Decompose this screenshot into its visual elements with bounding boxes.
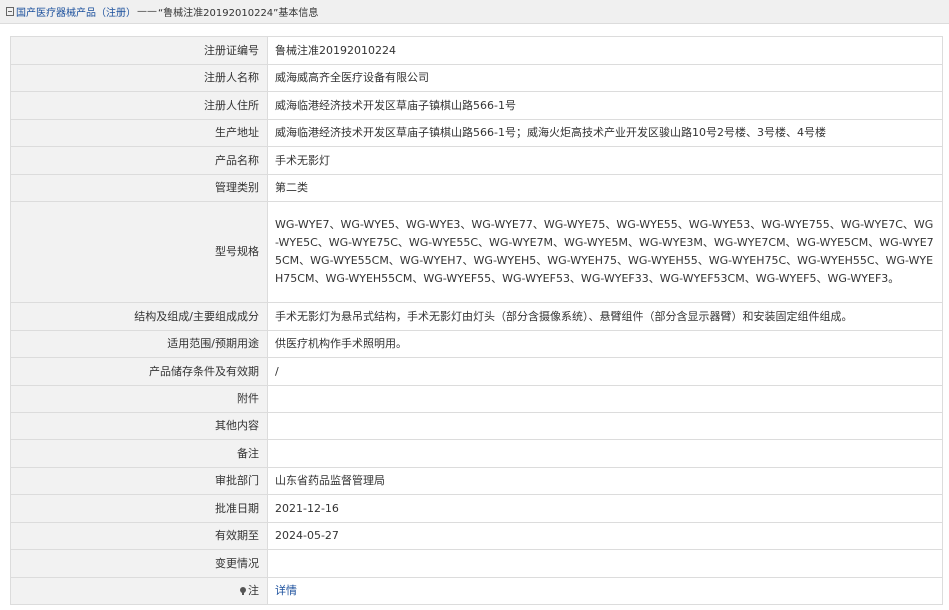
breadcrumb-separator: —— (137, 6, 157, 17)
registration-detail-table: 注册证编号 鲁械注准20192010224 注册人名称 威海威高齐全医疗设备有限… (10, 36, 943, 605)
row-label-attachments: 附件 (10, 385, 268, 413)
row-label-note: 注 (10, 577, 268, 605)
table-row: 其他内容 (10, 412, 943, 440)
row-value-intended-use: 供医疗机构作手术照明用。 (267, 330, 943, 358)
details-link[interactable]: 详情 (275, 584, 297, 597)
table-row: 备注 (10, 439, 943, 468)
table-row: 结构及组成/主要组成成分 手术无影灯为悬吊式结构，手术无影灯由灯头（部分含摄像系… (10, 302, 943, 331)
row-label-production-address: 生产地址 (10, 119, 268, 147)
row-value-other-content (267, 412, 943, 440)
row-label-management-category: 管理类别 (10, 174, 268, 202)
breadcrumb-current: “鲁械注准20192010224”基本信息 (158, 8, 319, 19)
table-row: 适用范围/预期用途 供医疗机构作手术照明用。 (10, 330, 943, 358)
row-label-other-content: 其他内容 (10, 412, 268, 440)
table-row: 注册证编号 鲁械注准20192010224 (10, 36, 943, 65)
row-value-model-spec: WG-WYE7、WG-WYE5、WG-WYE3、WG-WYE77、WG-WYE7… (267, 201, 943, 303)
row-value-approval-date: 2021-12-16 (267, 494, 943, 523)
pin-icon (240, 587, 246, 595)
row-label-registrant-name: 注册人名称 (10, 64, 268, 92)
table-row: 有效期至 2024-05-27 (10, 522, 943, 550)
table-row: 注册人住所 威海临港经济技术开发区草庙子镇棋山路566-1号 (10, 91, 943, 120)
table-row: 批准日期 2021-12-16 (10, 494, 943, 523)
table-row: 变更情况 (10, 549, 943, 578)
table-row: 产品名称 手术无影灯 (10, 146, 943, 175)
row-value-approval-department: 山东省药品监督管理局 (267, 467, 943, 495)
row-value-attachments (267, 385, 943, 413)
row-label-structure-composition: 结构及组成/主要组成成分 (10, 302, 268, 331)
row-value-registration-number: 鲁械注准20192010224 (267, 36, 943, 65)
table-row: 生产地址 威海临港经济技术开发区草庙子镇棋山路566-1号；威海火炬高技术产业开… (10, 119, 943, 147)
row-label-storage-validity: 产品储存条件及有效期 (10, 357, 268, 386)
row-label-registrant-address: 注册人住所 (10, 91, 268, 120)
table-row: 注册人名称 威海威高齐全医疗设备有限公司 (10, 64, 943, 92)
row-label-model-spec: 型号规格 (10, 201, 268, 303)
row-label-approval-department: 审批部门 (10, 467, 268, 495)
row-label-valid-until: 有效期至 (10, 522, 268, 550)
row-label-product-name: 产品名称 (10, 146, 268, 175)
row-value-management-category: 第二类 (267, 174, 943, 202)
row-value-product-name: 手术无影灯 (267, 146, 943, 175)
row-value-storage-validity: / (267, 357, 943, 386)
breadcrumb-section-link[interactable]: 国产医疗器械产品（注册） (16, 4, 136, 19)
row-value-structure-composition: 手术无影灯为悬吊式结构，手术无影灯由灯头（部分含摄像系统）、悬臂组件（部分含显示… (267, 302, 943, 331)
row-value-note: 详情 (267, 577, 943, 605)
row-value-remarks (267, 439, 943, 468)
row-label-registration-number: 注册证编号 (10, 36, 268, 65)
table-row: 审批部门 山东省药品监督管理局 (10, 467, 943, 495)
breadcrumb: 国产医疗器械产品（注册） —— “鲁械注准20192010224”基本信息 (0, 0, 949, 24)
row-value-registrant-address: 威海临港经济技术开发区草庙子镇棋山路566-1号 (267, 91, 943, 120)
row-label-approval-date: 批准日期 (10, 494, 268, 523)
document-icon (6, 7, 14, 16)
row-value-registrant-name: 威海威高齐全医疗设备有限公司 (267, 64, 943, 92)
row-label-change-history: 变更情况 (10, 549, 268, 578)
table-row: 注 详情 (10, 577, 943, 605)
table-row: 型号规格 WG-WYE7、WG-WYE5、WG-WYE3、WG-WYE77、WG… (10, 201, 943, 303)
table-row: 管理类别 第二类 (10, 174, 943, 202)
row-value-valid-until: 2024-05-27 (267, 522, 943, 550)
note-label-text: 注 (248, 584, 259, 597)
row-label-remarks: 备注 (10, 439, 268, 468)
row-label-intended-use: 适用范围/预期用途 (10, 330, 268, 358)
row-value-change-history (267, 549, 943, 578)
row-value-production-address: 威海临港经济技术开发区草庙子镇棋山路566-1号；威海火炬高技术产业开发区骏山路… (267, 119, 943, 147)
table-row: 产品储存条件及有效期 / (10, 357, 943, 386)
table-row: 附件 (10, 385, 943, 413)
